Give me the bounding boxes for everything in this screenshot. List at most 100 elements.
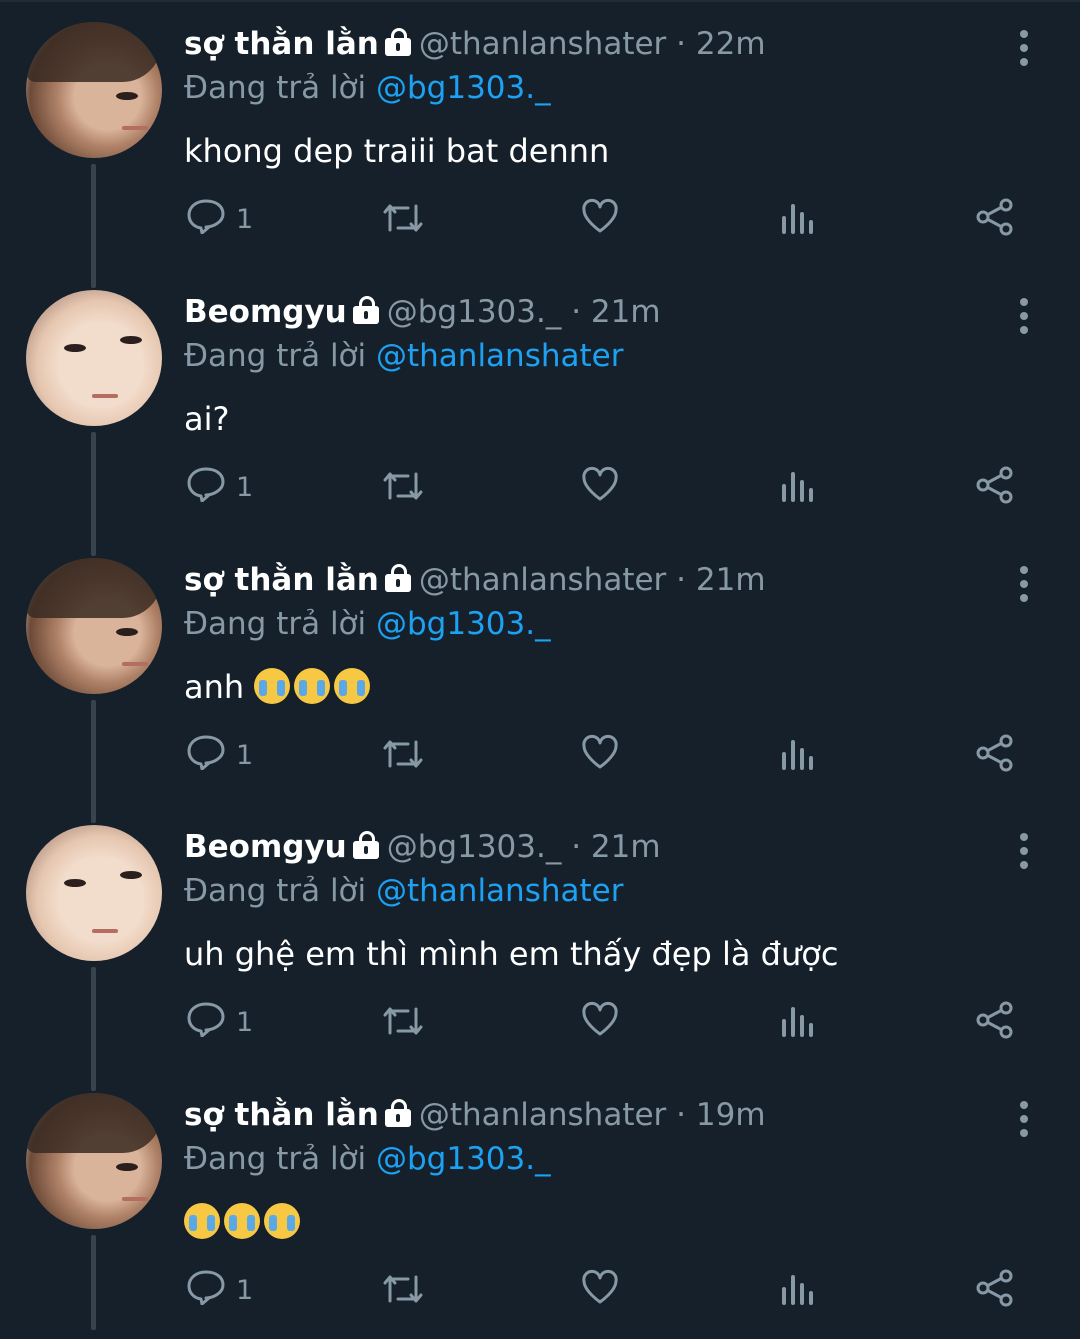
mention-link[interactable]: @bg1303._: [376, 606, 551, 642]
reply-button[interactable]: 1: [186, 184, 276, 244]
share-button[interactable]: [975, 184, 1019, 244]
reply-button[interactable]: 1: [186, 1255, 276, 1315]
share-button[interactable]: [975, 452, 1019, 512]
tweet[interactable]: sợ thằn lằn @thanlanshater · 19m Đang trả …: [0, 1071, 1080, 1339]
analytics-button[interactable]: [780, 1255, 820, 1315]
avatar[interactable]: [26, 1093, 162, 1229]
like-button[interactable]: [580, 452, 624, 512]
share-button[interactable]: [975, 987, 1019, 1047]
tweet-header: sợ thằn lằn @thanlanshater · 21m: [184, 562, 766, 598]
tweet-text: [184, 1203, 304, 1241]
handle[interactable]: @bg1303._: [387, 829, 562, 865]
handle[interactable]: @thanlanshater: [419, 26, 666, 62]
tweet-header: Beomgyu @bg1303._ · 21m: [184, 294, 661, 330]
timestamp[interactable]: · 21m: [676, 562, 765, 598]
replying-to: Đang trả lời @bg1303._: [184, 1141, 551, 1177]
tweet-header: Beomgyu @bg1303._ · 21m: [184, 829, 661, 865]
action-bar: 1: [0, 184, 1080, 244]
analytics-button[interactable]: [780, 452, 820, 512]
tweet-header: sợ thằn lằn @thanlanshater · 19m: [184, 1097, 766, 1133]
mention-link[interactable]: @thanlanshater: [376, 338, 623, 374]
handle[interactable]: @bg1303._: [387, 294, 562, 330]
tweet-text: ai?: [184, 400, 229, 438]
action-bar: 1: [0, 720, 1080, 780]
tweet[interactable]: Beomgyu @bg1303._ · 21m Đang trả lời @than…: [0, 803, 1080, 1071]
action-bar: 1: [0, 1255, 1080, 1315]
timestamp[interactable]: · 21m: [571, 294, 660, 330]
analytics-button[interactable]: [780, 720, 820, 780]
crying-emoji: [264, 1203, 300, 1239]
replying-prefix: Đang trả lời: [184, 338, 367, 374]
tweet-text-content: ai?: [184, 400, 230, 438]
reply-button[interactable]: 1: [186, 987, 276, 1047]
action-bar: 1: [0, 987, 1080, 1047]
lock-icon: [384, 1099, 411, 1127]
timestamp[interactable]: · 19m: [676, 1097, 765, 1133]
lock-icon: [352, 831, 379, 859]
like-button[interactable]: [580, 184, 624, 244]
retweet-button[interactable]: [380, 452, 430, 512]
avatar[interactable]: [26, 22, 162, 158]
tweet-text-content: khong dep traiii bat dennn: [184, 132, 610, 170]
replying-to: Đang trả lời @thanlanshater: [184, 873, 623, 909]
more-icon[interactable]: [1012, 28, 1036, 68]
tweet-header: sợ thằn lằn @thanlanshater · 22m: [184, 26, 766, 62]
tweet[interactable]: sợ thằn lằn @thanlanshater · 21m Đang trả …: [0, 536, 1080, 804]
retweet-button[interactable]: [380, 987, 430, 1047]
tweet-text: anh: [184, 668, 374, 706]
tweet-text-content: anh: [184, 668, 245, 706]
more-icon[interactable]: [1012, 1099, 1036, 1139]
reply-count: 1: [236, 740, 254, 771]
display-name[interactable]: sợ thằn lằn: [184, 1097, 379, 1133]
crying-emoji: [184, 1203, 220, 1239]
more-icon[interactable]: [1012, 564, 1036, 604]
handle[interactable]: @thanlanshater: [419, 562, 666, 598]
like-button[interactable]: [580, 1255, 624, 1315]
avatar[interactable]: [26, 558, 162, 694]
retweet-button[interactable]: [380, 184, 430, 244]
retweet-button[interactable]: [380, 1255, 430, 1315]
replying-prefix: Đang trả lời: [184, 70, 367, 106]
like-button[interactable]: [580, 987, 624, 1047]
analytics-button[interactable]: [780, 987, 820, 1047]
replying-prefix: Đang trả lời: [184, 1141, 367, 1177]
replying-prefix: Đang trả lời: [184, 873, 367, 909]
share-button[interactable]: [975, 1255, 1019, 1315]
display-name[interactable]: Beomgyu: [184, 294, 347, 330]
display-name[interactable]: sợ thằn lằn: [184, 562, 379, 598]
analytics-button[interactable]: [780, 184, 820, 244]
crying-emoji: [294, 668, 331, 704]
reply-button[interactable]: 1: [186, 452, 276, 512]
reply-count: 1: [236, 472, 254, 503]
reply-count: 1: [236, 204, 254, 235]
like-button[interactable]: [580, 720, 624, 780]
reply-count: 1: [236, 1275, 254, 1306]
mention-link[interactable]: @thanlanshater: [376, 873, 623, 909]
tweet[interactable]: Beomgyu @bg1303._ · 21m Đang trả lời @than…: [0, 268, 1080, 536]
reply-button[interactable]: 1: [186, 720, 276, 780]
handle[interactable]: @thanlanshater: [419, 1097, 666, 1133]
mention-link[interactable]: @bg1303._: [376, 70, 551, 106]
more-icon[interactable]: [1012, 831, 1036, 871]
tweet[interactable]: sợ thằn lằn @thanlanshater · 22m Đang trả …: [0, 0, 1080, 268]
more-icon[interactable]: [1012, 296, 1036, 336]
display-name[interactable]: Beomgyu: [184, 829, 347, 865]
display-name[interactable]: sợ thằn lằn: [184, 26, 379, 62]
lock-icon: [384, 564, 411, 592]
replying-to: Đang trả lời @thanlanshater: [184, 338, 623, 374]
share-button[interactable]: [975, 720, 1019, 780]
lock-icon: [352, 296, 379, 324]
mention-link[interactable]: @bg1303._: [376, 1141, 551, 1177]
crying-emoji: [334, 668, 371, 704]
avatar[interactable]: [26, 825, 162, 961]
replying-prefix: Đang trả lời: [184, 606, 367, 642]
replying-to: Đang trả lời @bg1303._: [184, 70, 551, 106]
retweet-button[interactable]: [380, 720, 430, 780]
avatar[interactable]: [26, 290, 162, 426]
tweet-text: uh ghệ em thì mình em thấy đẹp là được: [184, 935, 838, 973]
thread-line: [91, 1235, 96, 1330]
timestamp[interactable]: · 22m: [676, 26, 765, 62]
replying-to: Đang trả lời @bg1303._: [184, 606, 551, 642]
crying-emoji: [224, 1203, 260, 1239]
timestamp[interactable]: · 21m: [571, 829, 660, 865]
